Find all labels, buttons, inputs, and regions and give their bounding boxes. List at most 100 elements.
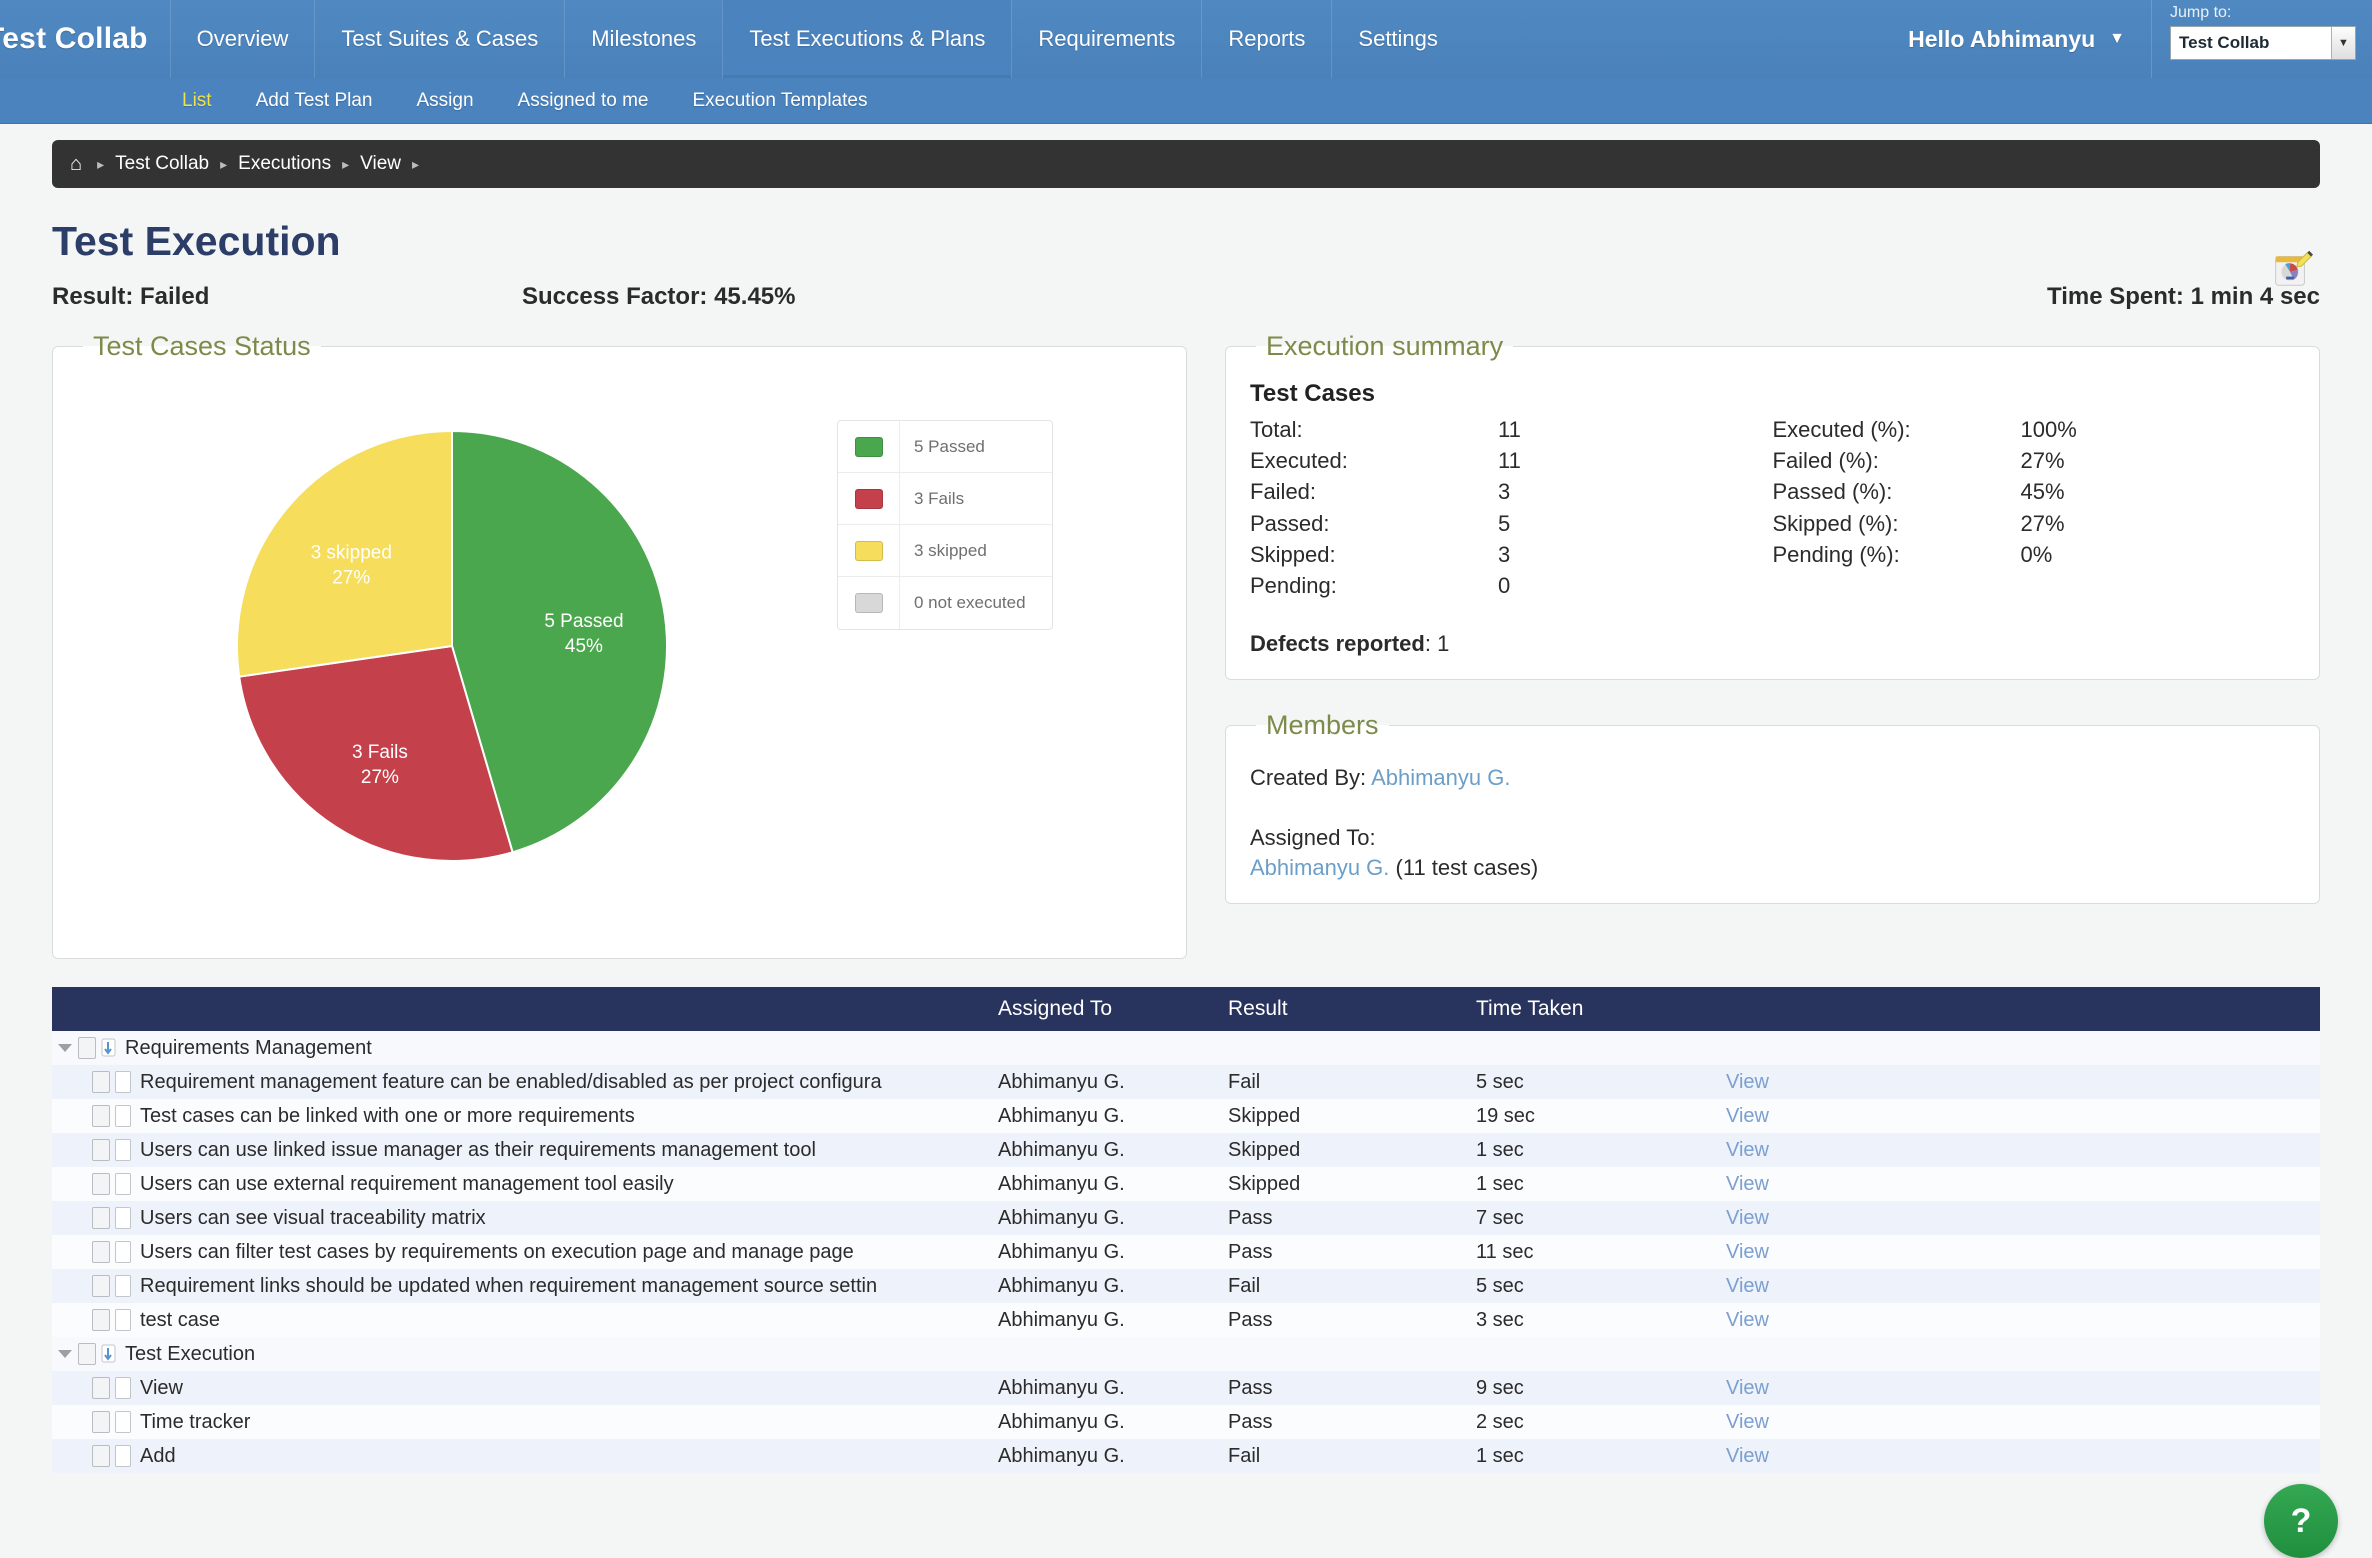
home-icon[interactable]: ⌂	[70, 153, 82, 176]
cell-view-action[interactable]: View	[1720, 1065, 2320, 1099]
table-row[interactable]: Users can use linked issue manager as th…	[52, 1133, 2320, 1167]
expand-collapse-triangle-icon[interactable]	[58, 1350, 72, 1358]
row-checkbox[interactable]	[92, 1377, 110, 1399]
view-link[interactable]: View	[1726, 1139, 1769, 1161]
cell-view-action[interactable]: View	[1720, 1133, 2320, 1167]
row-checkbox[interactable]	[92, 1105, 110, 1127]
view-link[interactable]: View	[1726, 1377, 1769, 1399]
cell-view-action[interactable]	[1720, 1337, 2320, 1371]
help-chat-button[interactable]: ?	[2264, 1484, 2338, 1558]
nav-tab-settings[interactable]: Settings	[1331, 0, 1464, 78]
table-row[interactable]: AddAbhimanyu G.Fail1 secView	[52, 1439, 2320, 1473]
row-checkbox[interactable]	[92, 1445, 110, 1467]
table-row[interactable]: Requirement links should be updated when…	[52, 1269, 2320, 1303]
table-row[interactable]: Users can filter test cases by requireme…	[52, 1235, 2320, 1269]
row-checkbox[interactable]	[92, 1309, 110, 1331]
column-header-actions[interactable]	[1720, 987, 2320, 1031]
row-checkbox[interactable]	[92, 1207, 110, 1229]
cell-test-case-name: Requirement management feature can be en…	[52, 1065, 992, 1099]
nav-tab-overview[interactable]: Overview	[170, 0, 315, 78]
row-checkbox[interactable]	[92, 1173, 110, 1195]
cell-time-taken-text: 1 sec	[1476, 1173, 1524, 1195]
table-row[interactable]: test caseAbhimanyu G.Pass3 secView	[52, 1303, 2320, 1337]
table-row[interactable]: ViewAbhimanyu G.Pass9 secView	[52, 1371, 2320, 1405]
created-by-user-link[interactable]: Abhimanyu G.	[1371, 765, 1510, 790]
chart-and-legend: 5 Passed45%3 Fails27%3 skipped27% 5 Pass…	[77, 376, 1162, 936]
view-link[interactable]: View	[1726, 1207, 1769, 1229]
expand-collapse-triangle-icon[interactable]	[58, 1044, 72, 1052]
row-checkbox[interactable]	[78, 1343, 96, 1365]
cell-assigned-to: Abhimanyu G.	[992, 1167, 1222, 1201]
legend-row[interactable]: 0 not executed	[838, 577, 1052, 629]
subnav-item-assign[interactable]: Assign	[394, 90, 495, 112]
breadcrumb-item-executions[interactable]: Executions	[238, 153, 331, 175]
legend-row[interactable]: 3 skipped	[838, 525, 1052, 577]
table-group-row[interactable]: Requirements Management	[52, 1031, 2320, 1065]
cell-test-case-name: Users can use linked issue manager as th…	[52, 1133, 992, 1167]
cell-result-text: Pass	[1228, 1309, 1272, 1331]
nav-tab-milestones[interactable]: Milestones	[564, 0, 722, 78]
subnav-item-add-test-plan[interactable]: Add Test Plan	[234, 90, 395, 112]
report-edit-icon[interactable]	[2268, 245, 2314, 291]
chevron-down-icon[interactable]: ▼	[2331, 27, 2355, 59]
cell-view-action[interactable]: View	[1720, 1371, 2320, 1405]
subnav-item-list[interactable]: List	[160, 90, 234, 112]
subnav-item-assigned-to-me[interactable]: Assigned to me	[496, 90, 671, 112]
view-link[interactable]: View	[1726, 1275, 1769, 1297]
nav-tab-reports[interactable]: Reports	[1201, 0, 1331, 78]
cell-view-action[interactable]: View	[1720, 1201, 2320, 1235]
cell-view-action[interactable]: View	[1720, 1303, 2320, 1337]
cell-assigned-to: Abhimanyu G.	[992, 1405, 1222, 1439]
breadcrumb-item-project[interactable]: Test Collab	[115, 153, 209, 175]
table-row[interactable]: Test cases can be linked with one or mor…	[52, 1099, 2320, 1133]
cell-view-action[interactable]: View	[1720, 1235, 2320, 1269]
row-checkbox[interactable]	[92, 1139, 110, 1161]
folder-icon	[101, 1038, 117, 1058]
row-checkbox[interactable]	[92, 1411, 110, 1433]
cell-view-action[interactable]: View	[1720, 1439, 2320, 1473]
summary-row-value: 27%	[2021, 445, 2065, 476]
column-header-name[interactable]	[52, 987, 992, 1031]
table-row[interactable]: Users can use external requirement manag…	[52, 1167, 2320, 1201]
view-link[interactable]: View	[1726, 1241, 1769, 1263]
cell-view-action[interactable]: View	[1720, 1405, 2320, 1439]
breadcrumb-item-view[interactable]: View	[360, 153, 401, 175]
view-link[interactable]: View	[1726, 1445, 1769, 1467]
assigned-to-row: Abhimanyu G. (11 test cases)	[1250, 855, 2295, 881]
row-checkbox[interactable]	[92, 1275, 110, 1297]
pie-slice-label: 3 Fails	[352, 742, 408, 763]
table-group-row[interactable]: Test Execution	[52, 1337, 2320, 1371]
cell-view-action[interactable]	[1720, 1031, 2320, 1065]
view-link[interactable]: View	[1726, 1071, 1769, 1093]
row-checkbox[interactable]	[78, 1037, 96, 1059]
table-row[interactable]: Time trackerAbhimanyu G.Pass2 secView	[52, 1405, 2320, 1439]
jump-to-group: Jump to: Test Collab ▼	[2152, 0, 2372, 60]
view-link[interactable]: View	[1726, 1173, 1769, 1195]
row-checkbox[interactable]	[92, 1071, 110, 1093]
cell-view-action[interactable]: View	[1720, 1099, 2320, 1133]
column-header-assigned-to[interactable]: Assigned To	[992, 987, 1222, 1031]
row-checkbox[interactable]	[92, 1241, 110, 1263]
subnav-item-execution-templates[interactable]: Execution Templates	[670, 90, 889, 112]
cell-time-taken-text: 1 sec	[1476, 1139, 1524, 1161]
cell-assigned-to-text: Abhimanyu G.	[998, 1105, 1125, 1127]
cell-view-action[interactable]: View	[1720, 1269, 2320, 1303]
nav-tab-label: Test Suites & Cases	[341, 26, 538, 52]
cell-view-action[interactable]: View	[1720, 1167, 2320, 1201]
nav-tab-test-executions-plans[interactable]: Test Executions & Plans	[722, 0, 1011, 78]
legend-row[interactable]: 3 Fails	[838, 473, 1052, 525]
user-menu[interactable]: Hello Abhimanyu ▼	[1882, 0, 2152, 78]
view-link[interactable]: View	[1726, 1411, 1769, 1433]
assigned-to-user-link[interactable]: Abhimanyu G.	[1250, 855, 1389, 880]
column-header-result[interactable]: Result	[1222, 987, 1470, 1031]
jump-to-select[interactable]: Test Collab ▼	[2170, 26, 2356, 60]
nav-tab-test-suites-cases[interactable]: Test Suites & Cases	[314, 0, 564, 78]
view-link[interactable]: View	[1726, 1105, 1769, 1127]
table-row[interactable]: Users can see visual traceability matrix…	[52, 1201, 2320, 1235]
nav-tab-requirements[interactable]: Requirements	[1011, 0, 1201, 78]
column-header-time-taken[interactable]: Time Taken	[1470, 987, 1720, 1031]
view-link[interactable]: View	[1726, 1309, 1769, 1331]
app-brand[interactable]: Test Collab	[0, 0, 170, 78]
legend-row[interactable]: 5 Passed	[838, 421, 1052, 473]
table-row[interactable]: Requirement management feature can be en…	[52, 1065, 2320, 1099]
